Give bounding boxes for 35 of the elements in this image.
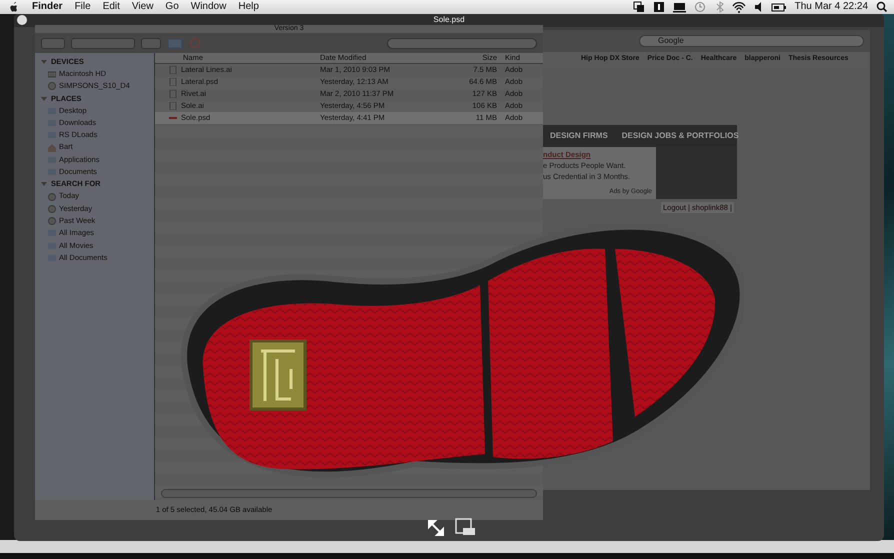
window-title: Sole.psd [433,15,465,24]
menu-item[interactable]: Help [232,0,265,14]
disc-icon [48,82,56,90]
clock-icon[interactable] [694,1,706,13]
windows-icon[interactable] [632,1,645,13]
back-forward-button[interactable] [41,38,65,48]
fullscreen-icon[interactable] [427,519,445,537]
speaker-icon[interactable] [754,1,763,13]
house-icon [48,144,56,152]
disclosure-triangle-icon[interactable] [41,59,47,65]
display-icon[interactable] [672,1,686,13]
scrollbar[interactable] [161,489,537,498]
menu-item[interactable]: File [68,0,97,14]
clock: Thu Mar 4 22:24 [794,0,868,14]
app-menu[interactable]: Finder [26,0,69,14]
action-button[interactable] [141,38,161,48]
disclosure-triangle-icon[interactable] [41,96,47,102]
nav-link[interactable]: DESIGN JOBS & PORTFOLIOS [614,130,746,142]
search-icon[interactable] [876,1,888,13]
photo-icon[interactable] [455,518,476,536]
disclosure-triangle-icon[interactable] [41,181,47,188]
apple-logo-icon[interactable] [8,1,20,13]
search-field[interactable] [387,38,537,48]
view-buttons[interactable] [71,38,135,48]
menu-item[interactable]: Window [184,0,232,14]
menu-item[interactable]: Go [159,0,185,14]
menu-item[interactable]: View [126,0,160,14]
battery-icon[interactable] [770,1,787,13]
drive-icon [48,70,56,78]
menu-item[interactable]: Edit [96,0,126,14]
nav-link[interactable]: DESIGN FIRMS [543,130,615,142]
wifi-icon[interactable] [732,1,746,13]
search-field[interactable]: Google [639,35,864,47]
close-button[interactable] [17,15,27,25]
bluetooth-icon[interactable] [714,1,724,13]
